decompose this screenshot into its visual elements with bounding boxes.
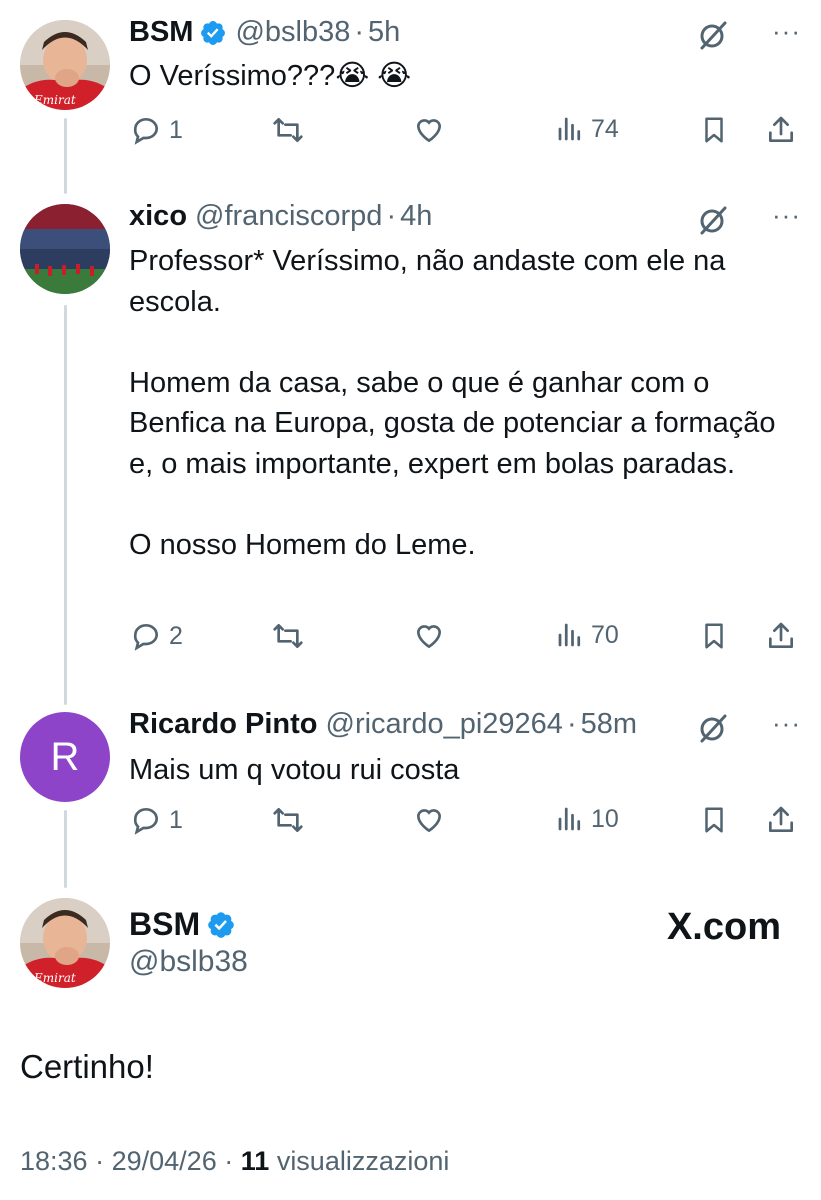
timestamp[interactable]: 18:36: [20, 1146, 88, 1176]
share-button[interactable]: [765, 114, 797, 146]
bookmark-icon: [699, 804, 729, 836]
views-count: 70: [591, 620, 619, 649]
bookmark-button[interactable]: [699, 620, 729, 652]
bookmark-icon: [699, 620, 729, 652]
action-bar: 1 10: [129, 804, 801, 844]
reply-count: 1: [169, 115, 183, 144]
more-icon[interactable]: ···: [772, 200, 801, 231]
timestamp[interactable]: 58m: [581, 708, 637, 741]
repost-button[interactable]: [269, 114, 307, 146]
handle[interactable]: @franciscorpd: [195, 200, 382, 233]
main-tweet-text: Certinho!: [20, 1048, 154, 1085]
share-icon: [765, 804, 797, 836]
avatar-initial: R: [50, 734, 80, 779]
action-bar: 1 74: [129, 114, 801, 154]
tweet-text: O Veríssimo???😭 😭: [129, 60, 412, 92]
grok-icon[interactable]: [697, 204, 729, 236]
bookmark-icon: [699, 114, 729, 146]
repost-button[interactable]: [269, 620, 307, 652]
display-name[interactable]: Ricardo Pinto: [129, 708, 318, 741]
views-button[interactable]: 10: [555, 804, 619, 834]
like-icon: [411, 114, 447, 146]
xcom-text: X.com: [666, 906, 781, 948]
reply-icon: [129, 620, 163, 652]
views-button[interactable]: 70: [555, 620, 619, 650]
svg-text:Emirat: Emirat: [33, 971, 76, 985]
main-display-name: BSM: [129, 906, 236, 943]
xcom-watermark: X.com: [667, 906, 781, 949]
tweet-text: Mais um q votou rui costa: [129, 754, 460, 786]
separator: ·: [354, 16, 365, 48]
more-icon[interactable]: ···: [772, 16, 801, 47]
views-count: 74: [591, 114, 619, 143]
reply-count: 2: [169, 621, 183, 650]
views-icon: [555, 114, 585, 144]
avatar[interactable]: Emirat: [20, 898, 110, 988]
separator: ·: [386, 200, 397, 232]
share-button[interactable]: [765, 804, 797, 836]
main-handle[interactable]: @bslb38: [129, 945, 248, 979]
display-name[interactable]: BSM: [129, 16, 193, 49]
like-button[interactable]: [411, 620, 447, 652]
avatar[interactable]: [20, 204, 110, 294]
handle[interactable]: @bslb38: [235, 16, 350, 49]
verified-badge-icon: [206, 910, 236, 940]
tweet-header: Ricardo Pinto @ricardo_pi29264 · 58m: [129, 708, 637, 741]
display-name[interactable]: BSM: [129, 906, 200, 943]
reply-icon: [129, 804, 163, 836]
like-button[interactable]: [411, 804, 447, 836]
reply-count: 1: [169, 805, 183, 834]
views-button[interactable]: 74: [555, 114, 619, 144]
separator: ·: [95, 1146, 105, 1176]
reply-icon: [129, 114, 163, 146]
share-button[interactable]: [765, 620, 797, 652]
more-icon[interactable]: ···: [772, 708, 801, 739]
display-name[interactable]: xico: [129, 200, 187, 233]
tweet-text: Professor* Veríssimo, não andaste com el…: [129, 245, 776, 561]
repost-button[interactable]: [269, 804, 307, 836]
timestamp[interactable]: 5h: [368, 16, 400, 49]
like-icon: [411, 620, 447, 652]
bookmark-button[interactable]: [699, 114, 729, 146]
views-count: 10: [591, 804, 619, 833]
views-icon: [555, 804, 585, 834]
avatar[interactable]: Emirat: [20, 20, 110, 110]
share-icon: [765, 620, 797, 652]
views-icon: [555, 620, 585, 650]
verified-badge-icon: [199, 19, 227, 47]
reply-button[interactable]: 1: [129, 114, 183, 146]
handle[interactable]: @ricardo_pi29264: [326, 708, 563, 741]
reply-button[interactable]: 2: [129, 620, 183, 652]
repost-icon: [269, 114, 307, 146]
reply-button[interactable]: 1: [129, 804, 183, 836]
avatar[interactable]: R: [20, 712, 110, 802]
tweet-header: xico @franciscorpd · 4h: [129, 200, 432, 233]
tweet-header: BSM @bslb38 · 5h: [129, 16, 400, 49]
tweet-footer: 18:36 · 29/04/26 · 11 visualizzazioni: [20, 1146, 449, 1177]
separator: ·: [566, 708, 577, 740]
repost-icon: [269, 804, 307, 836]
tweet[interactable]: R Ricardo Pinto @ricardo_pi29264 · 58m ·…: [0, 700, 821, 890]
repost-icon: [269, 620, 307, 652]
views-label: visualizzazioni: [276, 1146, 450, 1176]
tweet[interactable]: Emirat BSM @bslb38 · 5h ··· O Veríssimo?…: [0, 0, 821, 190]
share-icon: [765, 114, 797, 146]
date[interactable]: 29/04/26: [112, 1146, 217, 1176]
tweet[interactable]: xico @franciscorpd · 4h ··· Professor* V…: [0, 190, 821, 700]
bookmark-button[interactable]: [699, 804, 729, 836]
views-count: 11: [240, 1146, 270, 1176]
grok-icon[interactable]: [697, 19, 729, 51]
separator: ·: [224, 1146, 234, 1176]
svg-text:Emirat: Emirat: [33, 93, 76, 107]
grok-icon[interactable]: [697, 712, 729, 744]
timestamp[interactable]: 4h: [400, 200, 432, 233]
like-icon: [411, 804, 447, 836]
like-button[interactable]: [411, 114, 447, 146]
action-bar: 2 70: [129, 620, 801, 660]
